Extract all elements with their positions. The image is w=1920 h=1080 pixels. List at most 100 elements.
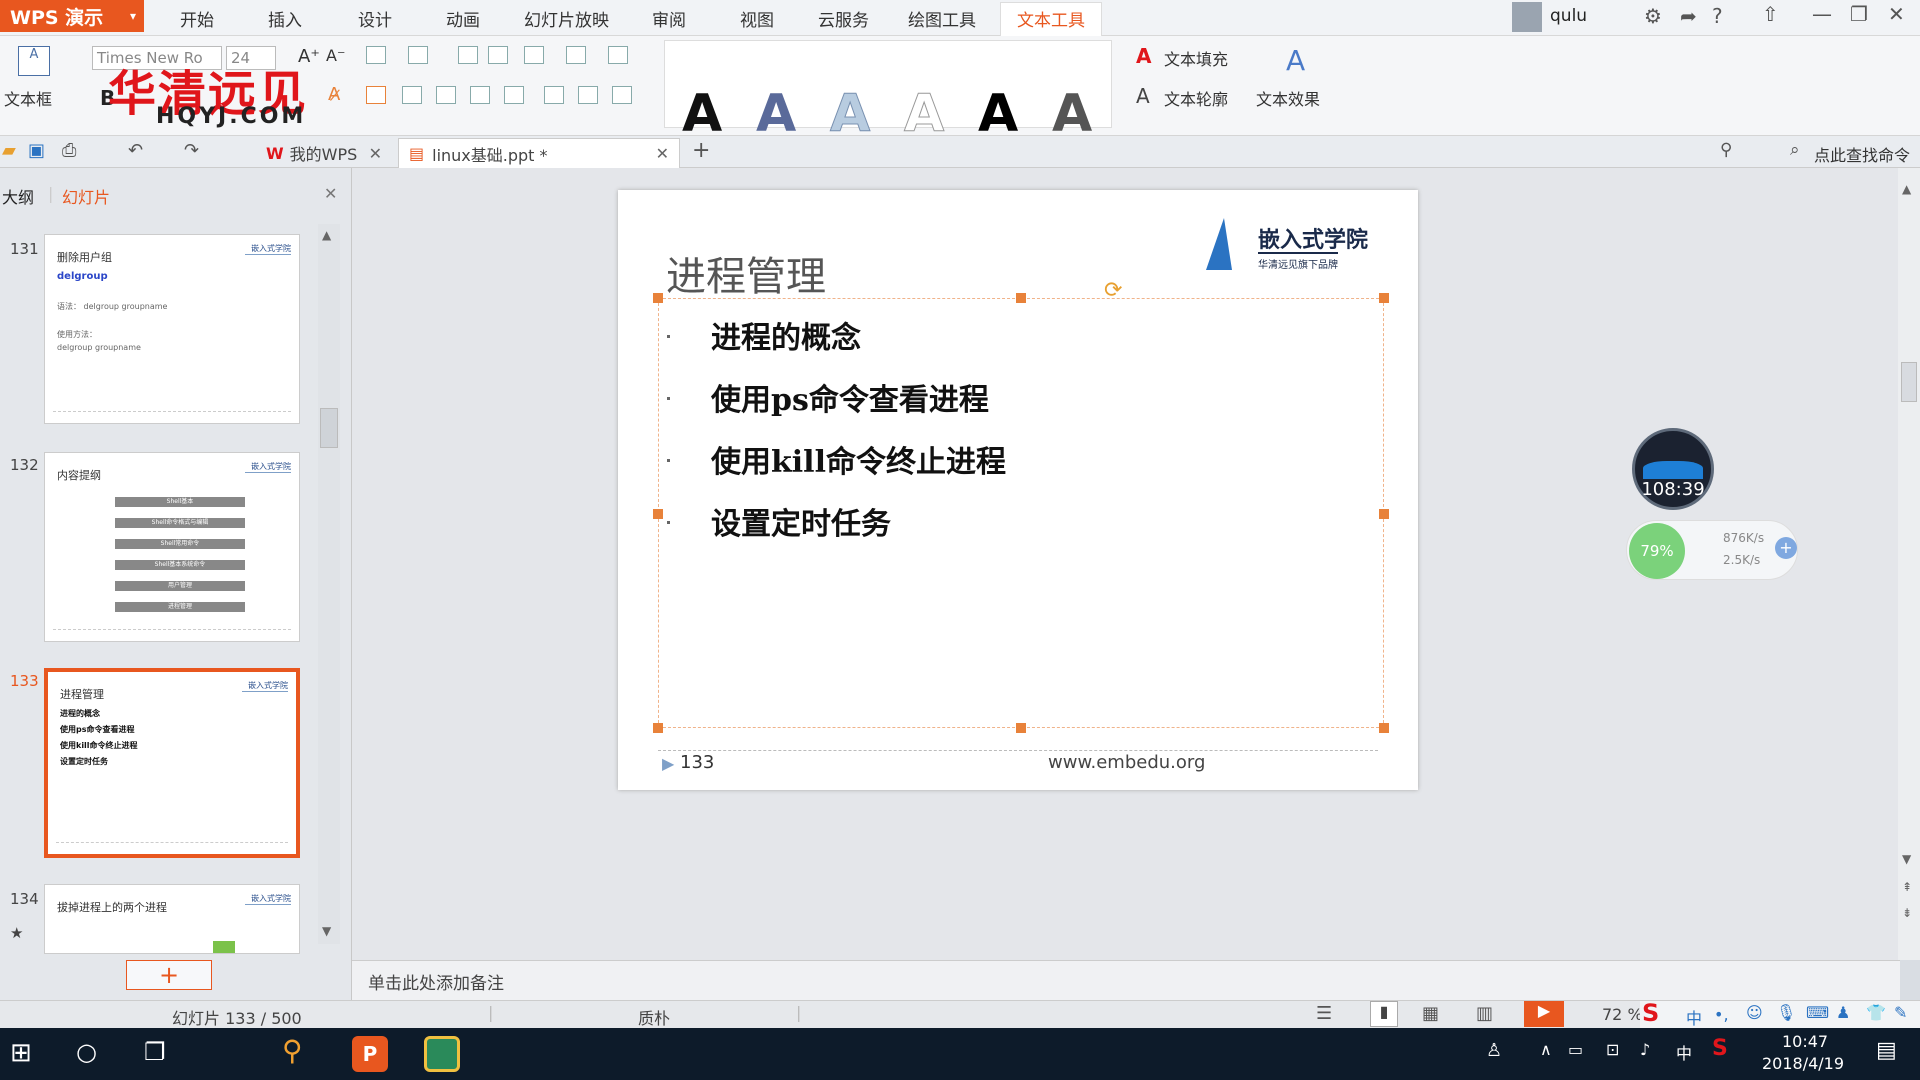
bullet-item[interactable]: 进程的概念 xyxy=(711,313,861,357)
new-tab-icon[interactable]: + xyxy=(692,138,710,163)
bullet-item[interactable]: 使用ps命令查看进程 xyxy=(711,375,989,419)
people-icon[interactable]: ♙ xyxy=(1486,1040,1502,1061)
slide-thumbnail-132[interactable]: 内容提纲 嵌入式学院 Shell基本 Shell命令格式与编辑 Shell常用命… xyxy=(44,452,300,642)
notes-area[interactable]: 单击此处添加备注 xyxy=(352,960,1900,1000)
number-list-icon[interactable] xyxy=(408,46,428,64)
app-icon[interactable] xyxy=(424,1036,460,1072)
indent-increase-icon[interactable] xyxy=(488,46,508,64)
text-outline-button[interactable]: 文本轮廓 xyxy=(1164,86,1228,110)
resize-handle[interactable] xyxy=(1016,723,1026,733)
bullet-item[interactable]: 使用kill命令终止进程 xyxy=(711,437,1006,481)
menu-cloud[interactable]: 云服务 xyxy=(818,6,869,31)
text-style-1[interactable]: A xyxy=(682,84,722,144)
paragraph-spacing-icon[interactable] xyxy=(578,86,598,104)
text-style-3[interactable]: A xyxy=(829,84,870,145)
restore-icon[interactable]: ❐ xyxy=(1850,2,1868,26)
text-align-vertical-icon[interactable] xyxy=(612,86,632,104)
menu-text-tools[interactable]: 文本工具 xyxy=(1000,2,1102,37)
pin-icon[interactable]: ⚲ xyxy=(1720,140,1732,160)
text-style-4[interactable]: A xyxy=(903,84,944,145)
normal-view-icon[interactable]: ▮ xyxy=(1370,1001,1398,1027)
text-outline-icon[interactable]: A xyxy=(1136,84,1150,108)
avatar[interactable] xyxy=(1512,2,1542,32)
notification-icon[interactable]: ▤ xyxy=(1876,1038,1897,1063)
text-effect-icon[interactable]: A xyxy=(1286,44,1305,77)
tab-slides[interactable]: 幻灯片 xyxy=(62,184,110,208)
distribute-icon[interactable] xyxy=(504,86,524,104)
slide-title[interactable]: 进程管理 xyxy=(666,244,826,302)
text-style-5[interactable]: A xyxy=(978,84,1018,144)
tab-my-wps[interactable]: W 我的WPS ✕ xyxy=(256,138,392,168)
volume-icon[interactable]: ♪ xyxy=(1640,1040,1650,1059)
bullet-list-icon[interactable] xyxy=(366,46,386,64)
resize-handle[interactable] xyxy=(1379,509,1389,519)
canvas-scrollbar[interactable]: ▲ ▼ ⇞ ⇟ xyxy=(1898,168,1920,960)
text-style-6[interactable]: A xyxy=(1052,84,1092,144)
menu-drawing-tools[interactable]: 绘图工具 xyxy=(908,6,976,31)
slide-thumbnail-133[interactable]: 进程管理 嵌入式学院 进程的概念 使用ps命令查看进程 使用kill命令终止进程… xyxy=(44,668,300,858)
prev-slide-icon[interactable]: ⇞ xyxy=(1902,880,1912,894)
clear-format-icon[interactable]: A̷ xyxy=(328,84,340,105)
scroll-thumb[interactable] xyxy=(1901,362,1917,402)
app-menu-button[interactable]: WPS 演示 ▾ xyxy=(0,0,144,32)
add-slide-button[interactable]: + xyxy=(126,960,212,990)
wps-presentation-app-icon[interactable]: P xyxy=(352,1036,388,1072)
slide-thumbnail-134[interactable]: 拔掉进程上的两个进程 嵌入式学院 xyxy=(44,884,300,954)
ime-indicator[interactable]: 中 xyxy=(1676,1040,1692,1064)
columns-icon[interactable] xyxy=(524,46,544,64)
text-direction-icon[interactable] xyxy=(608,46,628,64)
reading-view-icon[interactable]: ▥ xyxy=(1476,1003,1493,1024)
timer-widget[interactable]: 108:39 xyxy=(1632,428,1714,510)
cortana-icon[interactable]: ○ xyxy=(76,1038,97,1066)
close-icon[interactable]: ✕ xyxy=(656,144,669,163)
textbox-label[interactable]: 文本框 xyxy=(4,86,52,110)
close-icon[interactable]: ✕ xyxy=(369,144,382,163)
zoom-level[interactable]: 72 % xyxy=(1602,1005,1643,1024)
text-fill-icon[interactable]: A xyxy=(1136,44,1151,68)
resize-handle[interactable] xyxy=(653,293,663,303)
undo-icon[interactable]: ↶ xyxy=(128,140,143,161)
slide[interactable]: 进程管理 嵌入式学院 华清远见旗下品牌 ⟳ 进程的概念 使用ps命令查看进程 使… xyxy=(618,190,1418,790)
resize-handle[interactable] xyxy=(653,509,663,519)
theme-name[interactable]: 质朴 xyxy=(638,1005,670,1029)
textbox-icon[interactable]: A xyxy=(18,46,50,76)
menu-insert[interactable]: 插入 xyxy=(268,6,302,31)
sorter-view-icon[interactable]: ▦ xyxy=(1422,1003,1439,1024)
command-search[interactable]: 点此查找命令 xyxy=(1814,142,1910,166)
next-slide-icon[interactable]: ⇟ xyxy=(1902,906,1912,920)
windows-start-icon[interactable]: ⊞ xyxy=(10,1038,32,1068)
notes-toggle-icon[interactable]: ☰ xyxy=(1316,1003,1332,1024)
skin-icon[interactable]: 👕 xyxy=(1866,1003,1886,1022)
network-widget[interactable]: 79% 876K/s 2.5K/s + xyxy=(1626,520,1798,580)
user-name[interactable]: qulu xyxy=(1550,6,1587,26)
task-view-icon[interactable]: ❐ xyxy=(144,1038,166,1066)
bullet-item[interactable]: 设置定时任务 xyxy=(711,499,891,543)
share-icon[interactable]: ➦ xyxy=(1680,4,1697,28)
menu-view[interactable]: 视图 xyxy=(740,6,774,31)
close-icon[interactable]: ✕ xyxy=(1888,2,1905,26)
slide-thumbnail-131[interactable]: 删除用户组 嵌入式学院 delgroup 语法： delgroup groupn… xyxy=(44,234,300,424)
scroll-down-icon[interactable]: ▼ xyxy=(322,924,331,938)
scroll-thumb[interactable] xyxy=(320,408,338,448)
sogou-tray-icon[interactable]: S xyxy=(1712,1036,1728,1061)
resize-handle[interactable] xyxy=(1379,723,1389,733)
print-icon[interactable]: ⎙ xyxy=(62,140,76,161)
save-icon[interactable]: ▣ xyxy=(28,140,45,161)
menu-home[interactable]: 开始 xyxy=(180,6,214,31)
tab-outline[interactable]: 大纲 xyxy=(2,184,34,208)
punctuation-icon[interactable]: •, xyxy=(1714,1005,1729,1024)
scroll-up-icon[interactable]: ▲ xyxy=(322,228,331,242)
text-effect-button[interactable]: 文本效果 xyxy=(1256,86,1320,110)
tools-icon[interactable]: ✎ xyxy=(1894,1003,1907,1022)
clock-time[interactable]: 10:47 xyxy=(1782,1032,1828,1051)
resize-handle[interactable] xyxy=(1379,293,1389,303)
justify-icon[interactable] xyxy=(470,86,490,104)
upload-icon[interactable]: ⇧ xyxy=(1762,2,1779,26)
search-icon[interactable]: ⌕ xyxy=(1790,140,1800,160)
redo-icon[interactable]: ↷ xyxy=(184,140,199,161)
resize-handle[interactable] xyxy=(653,723,663,733)
menu-review[interactable]: 审阅 xyxy=(652,6,686,31)
text-box[interactable]: 进程的概念 使用ps命令查看进程 使用kill命令终止进程 设置定时任务 xyxy=(653,293,1389,733)
network-icon[interactable]: ⊡ xyxy=(1606,1040,1619,1059)
scroll-down-icon[interactable]: ▼ xyxy=(1902,852,1911,866)
